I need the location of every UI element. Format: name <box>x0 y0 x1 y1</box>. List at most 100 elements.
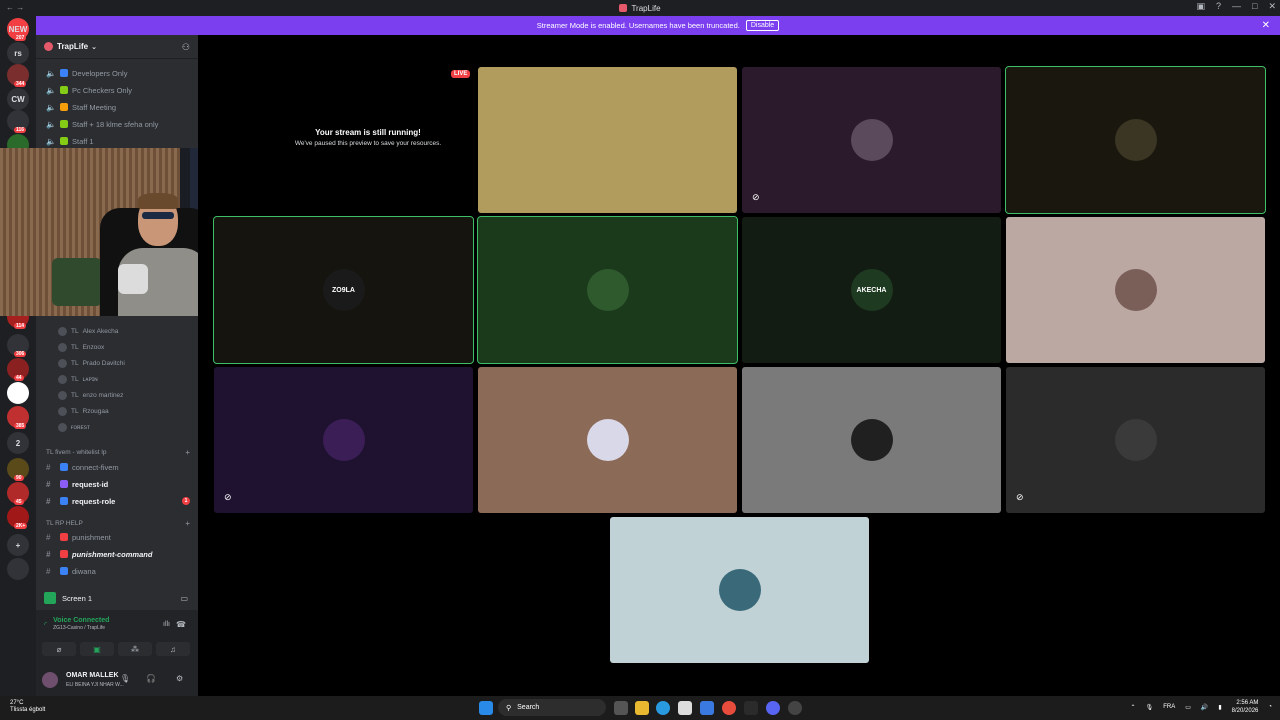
voice-user-tag: TL <box>71 359 79 367</box>
battery-icon[interactable]: ▮ <box>1218 704 1221 711</box>
voice-channel-name: Staff Meeting <box>72 102 117 112</box>
webcam-person-glasses <box>142 212 174 219</box>
participant-tile[interactable]: AKECHA <box>742 217 1001 363</box>
text-channel[interactable]: # connect-fivem <box>36 459 198 475</box>
voice-user[interactable]: TL Alex Akecha <box>58 324 198 338</box>
user-avatar-icon <box>58 422 67 432</box>
file-explorer-icon[interactable] <box>635 701 649 715</box>
disconnect-icon[interactable]: ☎ <box>176 620 186 629</box>
text-channel[interactable]: # punishment <box>36 529 198 545</box>
minimize-button[interactable]: — <box>1232 1 1241 12</box>
text-channel[interactable]: # punishment-command <box>36 546 198 562</box>
voice-user[interactable]: TL ʟᴀᴘɪɴ <box>58 372 198 386</box>
network-icon[interactable]: ▭ <box>1185 704 1191 711</box>
voice-channel[interactable]: 🔈 Developers Only <box>36 65 198 81</box>
chevron-up-icon[interactable]: ⌃ <box>1131 704 1136 711</box>
start-button-icon[interactable] <box>479 701 493 715</box>
server-icon-16[interactable] <box>7 558 29 580</box>
hashtag-icon: # <box>46 549 51 559</box>
voice-user[interactable]: TL Rzougaa <box>58 404 198 418</box>
participant-tile[interactable]: ⊘ <box>214 367 473 513</box>
clock[interactable]: 2:56 AM 8/20/2026 <box>1232 699 1259 715</box>
volume-icon[interactable]: 🔊 <box>1201 704 1208 711</box>
text-channel-name: request-id <box>72 479 109 489</box>
voice-channel[interactable]: 🔈 Staff Meeting <box>36 99 198 115</box>
participant-tile[interactable] <box>478 367 737 513</box>
share-screen-button[interactable]: ▣ <box>80 642 114 656</box>
participant-tile[interactable] <box>1006 217 1265 363</box>
server-icon-15[interactable]: + <box>7 534 29 556</box>
settings-gear-icon[interactable]: ⚙ <box>176 674 183 683</box>
participant-avatar: ZO9LA <box>322 269 365 311</box>
stop-stream-icon[interactable]: ▭ <box>180 594 188 603</box>
voice-user[interactable]: ғᴏʀᴇsᴛ <box>58 420 198 434</box>
voice-channel[interactable]: 🔈 Staff + 18 klme sfeha only <box>36 116 198 132</box>
camera-button[interactable]: ⌀ <box>42 642 76 656</box>
category-header[interactable]: TL RP HELP + <box>36 517 198 529</box>
voice-channel[interactable]: 🔈 Pc Checkers Only <box>36 82 198 98</box>
voice-user[interactable]: TL Enzoox <box>58 340 198 354</box>
server-name: TrapLife <box>57 42 89 51</box>
soundboard-button[interactable]: ♫ <box>156 642 190 656</box>
voice-user[interactable]: TL enzo martinez <box>58 388 198 402</box>
text-channel[interactable]: # diwana <box>36 563 198 579</box>
microphone-icon[interactable]: 🎙 <box>120 674 130 683</box>
weather-widget[interactable]: 27°C Tlissta égbolt <box>10 700 45 714</box>
screen-share-row[interactable]: Screen 1 ▭ <box>36 586 198 610</box>
participant-tile[interactable]: ⊘ <box>742 67 1001 213</box>
signal-icon[interactable]: ◜ <box>44 620 47 629</box>
add-channel-icon[interactable]: + <box>185 448 190 457</box>
category-header[interactable]: TL fivem - whitelist lp + <box>36 446 198 458</box>
headphones-icon[interactable]: 🎧 <box>146 674 156 683</box>
add-member-icon[interactable]: ⚇ <box>182 42 190 53</box>
participant-tile[interactable]: ZO9LA <box>213 216 474 364</box>
participant-tile[interactable] <box>742 367 1001 513</box>
add-channel-icon[interactable]: + <box>185 519 190 528</box>
capcut-icon[interactable] <box>744 701 758 715</box>
noise-suppression-icon[interactable]: ıllı <box>163 621 170 628</box>
server-header[interactable]: TrapLife ⌄ ⚇ <box>36 35 198 59</box>
voice-location[interactable]: ZG13-Casino / TrapLife <box>53 625 109 631</box>
inbox-icon[interactable]: ▣ <box>1196 1 1205 12</box>
server-icon-11[interactable]: 2 <box>7 432 29 454</box>
participant-tile[interactable]: ⊘ <box>1006 367 1265 513</box>
voice-user-name: ғᴏʀᴇsᴛ <box>71 423 90 431</box>
participant-avatar <box>850 419 893 461</box>
notifications-icon[interactable]: ◔ <box>1268 704 1272 710</box>
voice-channel-name: Staff + 18 klme sfeha only <box>72 119 159 129</box>
participant-tile[interactable] <box>610 517 869 663</box>
text-channel-name: punishment-command <box>72 549 153 559</box>
close-banner-icon[interactable]: ✕ <box>1262 20 1270 31</box>
discord-icon[interactable] <box>766 701 780 715</box>
channel-emoji-icon <box>60 497 68 505</box>
server-icon-3[interactable]: CW <box>7 88 29 110</box>
hashtag-icon: # <box>46 532 51 542</box>
language-indicator[interactable]: FRA <box>1163 704 1175 710</box>
taskbar-search[interactable]: ⚲ Search <box>498 699 606 716</box>
help-icon[interactable]: ? <box>1216 1 1221 12</box>
server-icon-9[interactable] <box>7 382 29 404</box>
activities-button[interactable]: ⁂ <box>118 642 152 656</box>
chrome-icon[interactable] <box>722 701 736 715</box>
text-channel[interactable]: # request-id <box>36 476 198 492</box>
server-icon-1[interactable]: rs <box>7 42 29 64</box>
voice-channel[interactable]: 🔈 Staff 1 <box>36 133 198 149</box>
close-window-button[interactable]: ✕ <box>1268 1 1276 12</box>
task-view-icon[interactable] <box>614 701 628 715</box>
user-avatar[interactable] <box>42 672 58 688</box>
app-icon[interactable] <box>700 701 714 715</box>
participant-tile[interactable] <box>1005 66 1266 214</box>
clock-time: 2:56 AM <box>1236 700 1259 706</box>
obs-icon[interactable] <box>788 701 802 715</box>
store-icon[interactable] <box>678 701 692 715</box>
user-name[interactable]: OMAR MALLEK <box>66 672 119 679</box>
participant-tile[interactable] <box>478 67 737 213</box>
disable-streamer-mode-button[interactable]: Disable <box>745 20 780 31</box>
text-channel[interactable]: # request-role 1 <box>36 493 198 509</box>
mic-tray-icon[interactable]: 🎙 <box>1146 704 1154 711</box>
voice-user[interactable]: TL Prado Davitchi <box>58 356 198 370</box>
edge-icon[interactable] <box>656 701 670 715</box>
maximize-button[interactable]: □ <box>1252 1 1257 12</box>
participant-tile[interactable] <box>477 216 738 364</box>
back-arrow-icon[interactable]: ← → <box>6 3 24 12</box>
